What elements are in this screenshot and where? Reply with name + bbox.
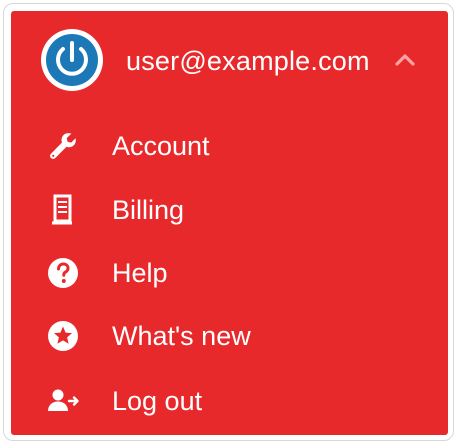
menu-item-log-out[interactable]: Log out	[11, 376, 448, 426]
power-icon	[56, 41, 88, 76]
user-header[interactable]: user@example.com	[11, 11, 448, 111]
user-dropdown-menu: user@example.com Account Billing Help Wh…	[11, 11, 448, 435]
logout-icon	[48, 389, 79, 411]
chevron-up-icon[interactable]	[393, 51, 417, 69]
menu-item-label: What's new	[112, 321, 251, 351]
user-email: user@example.com	[126, 46, 370, 76]
receipt-icon	[52, 194, 72, 225]
menu-item-label: Help	[112, 258, 168, 288]
menu-item-label: Billing	[112, 195, 185, 225]
menu-item-billing[interactable]: Billing	[11, 185, 448, 235]
menu-item-help[interactable]: Help	[11, 248, 448, 298]
star-circle-icon	[48, 321, 78, 351]
avatar[interactable]	[41, 29, 103, 91]
wrench-icon	[50, 133, 76, 159]
menu-item-label: Log out	[112, 386, 203, 416]
menu-item-label: Account	[112, 131, 210, 161]
menu-item-account[interactable]: Account	[11, 121, 448, 171]
menu-item-whats-new[interactable]: What's new	[11, 311, 448, 361]
question-circle-icon	[48, 258, 78, 288]
